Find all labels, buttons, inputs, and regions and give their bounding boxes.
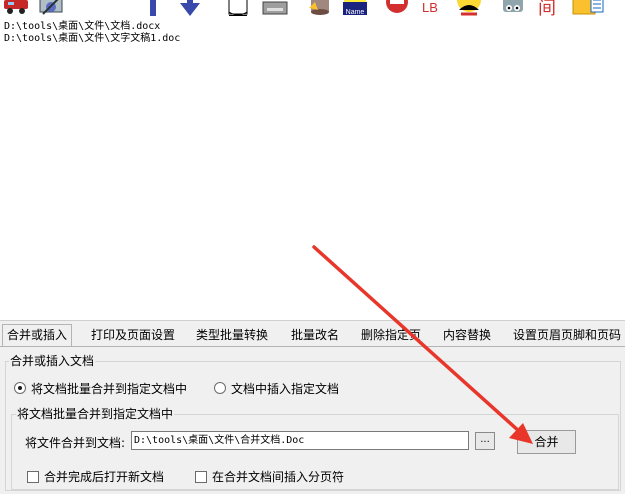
options-panel: 合并或插入 打印及页面设置 类型批量转换 批量改名 删除指定页 内容替换 设置页…	[0, 320, 625, 494]
tab-print-page-setup[interactable]: 打印及页面设置	[89, 326, 177, 346]
printer-icon[interactable]	[261, 0, 289, 16]
toolbar: Name LB 间	[0, 0, 625, 18]
page-break-checkbox[interactable]	[195, 471, 207, 483]
robot-icon[interactable]	[499, 0, 527, 16]
merge-option-label[interactable]: 将文档批量合并到指定文档中	[31, 380, 187, 397]
up-arrow-icon[interactable]	[139, 0, 167, 16]
face-icon[interactable]	[455, 0, 483, 16]
merge-option-radio[interactable]	[14, 382, 26, 394]
tab-delete-pages[interactable]: 删除指定页	[359, 326, 423, 346]
merge-button[interactable]: 合并	[517, 430, 576, 454]
file-list[interactable]: D:\tools\桌面\文件\文档.docx D:\tools\桌面\文件\文字…	[0, 18, 625, 320]
insert-option-label[interactable]: 文档中插入指定文档	[231, 380, 339, 397]
folder-icon[interactable]	[571, 0, 605, 16]
name-badge-icon[interactable]: Name	[342, 0, 368, 16]
down-arrow-icon[interactable]	[176, 0, 204, 16]
open-after-merge-label[interactable]: 合并完成后打开新文档	[44, 468, 164, 485]
car-icon[interactable]	[2, 0, 30, 16]
header-icon-text: 间	[538, 0, 556, 16]
new-document-icon[interactable]	[224, 0, 252, 16]
database-icon[interactable]	[306, 0, 334, 16]
gear-tool-icon[interactable]	[37, 0, 65, 16]
tab-type-convert[interactable]: 类型批量转换	[194, 326, 270, 346]
tab-content-replace[interactable]: 内容替换	[441, 326, 493, 346]
open-after-merge-checkbox[interactable]	[27, 471, 39, 483]
name-badge-text: Name	[346, 9, 365, 16]
label-icon[interactable]: LB	[420, 0, 448, 16]
tab-strip: 合并或插入 打印及页面设置 类型批量转换 批量改名 删除指定页 内容替换 设置页…	[0, 324, 625, 347]
tab-divider	[0, 346, 625, 347]
tab-batch-rename[interactable]: 批量改名	[289, 326, 341, 346]
browse-button[interactable]: ...	[475, 432, 495, 450]
target-file-label: 将文件合并到文档:	[25, 436, 126, 450]
merge-insert-title: 合并或插入文档	[9, 352, 96, 369]
header-icon[interactable]: 间	[536, 0, 564, 16]
target-path-field[interactable]: D:\tools\桌面\文件\合并文档.Doc	[131, 431, 469, 450]
insert-option-radio[interactable]	[214, 382, 226, 394]
label-icon-text: LB	[422, 0, 438, 15]
page-break-label[interactable]: 在合并文档间插入分页符	[212, 468, 344, 485]
merge-target-group-title: 将文档批量合并到指定文档中	[16, 405, 175, 422]
file-list-item[interactable]: D:\tools\桌面\文件\文字文稿1.doc	[4, 33, 180, 44]
tab-merge-insert[interactable]: 合并或插入	[2, 324, 73, 347]
stop-icon[interactable]	[383, 0, 411, 16]
file-list-item[interactable]: D:\tools\桌面\文件\文档.docx	[4, 21, 160, 32]
tab-header-footer[interactable]: 设置页眉页脚和页码	[511, 326, 623, 346]
